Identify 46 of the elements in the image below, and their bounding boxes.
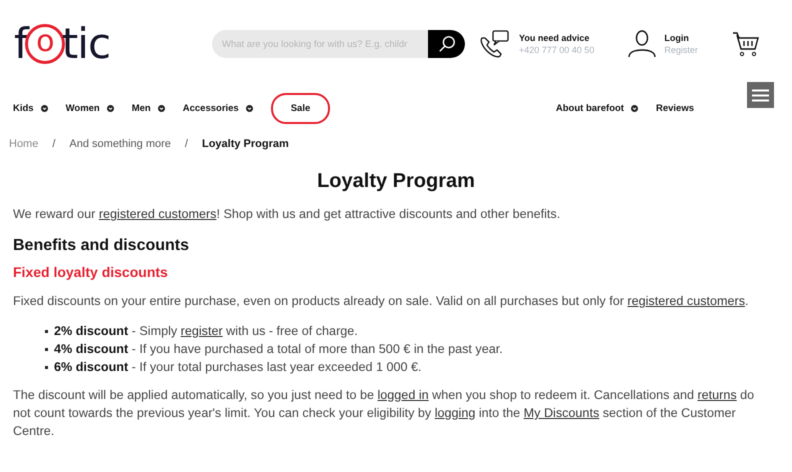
cart-icon[interactable]: [732, 31, 760, 57]
discount-item: 4% discount - If you have purchased a total of more than 500 € in the past year.: [54, 341, 503, 358]
nav-menu-item[interactable]: Women: [66, 102, 114, 114]
nav-menu-item[interactable]: Men: [132, 102, 165, 114]
login-link[interactable]: Login: [664, 33, 698, 43]
search-icon: [438, 35, 456, 53]
discount-item: 6% discount - If your total purchases last year exceeded 1 000 €.: [54, 359, 422, 376]
text-link[interactable]: My Discounts: [524, 406, 600, 420]
nav-menu-item[interactable]: Kids: [13, 102, 48, 114]
description-paragraph: Fixed discounts on your entire purchase, even on products already on sale. Valid on all purchases but only for registered customers.: [13, 293, 750, 310]
advice-label: You need advice: [519, 33, 590, 43]
phone-chat-icon: [479, 30, 511, 58]
subheading: Fixed loyalty discounts: [13, 264, 169, 280]
bullet-icon: [45, 330, 48, 333]
breadcrumb-separator: /: [184, 138, 188, 150]
caret-icon: [246, 104, 253, 112]
menu-button[interactable]: [747, 82, 774, 108]
caret-icon: [630, 104, 638, 112]
nav-menu-item[interactable]: Accessories: [182, 102, 253, 114]
nav-menu-item[interactable]: Reviews: [656, 102, 694, 114]
text-link[interactable]: registered customers: [627, 294, 746, 308]
note-paragraph: The discount will be applied automatically, so you just need to be logged in when you shop to redeem it. Cancellations and returns do not count towards the previous year's limit. You can check your eligibility by logging into the My Discounts section of the Customer Centre.: [13, 387, 756, 440]
section-heading: Benefits and discounts: [13, 237, 190, 255]
text-link[interactable]: registered customers: [98, 207, 216, 221]
menu-icon: [752, 88, 769, 102]
bullet-icon: [45, 348, 48, 351]
breadcrumb-item[interactable]: Loyalty Program: [202, 138, 289, 150]
phone-number: +420 777 00 40 50: [519, 45, 594, 55]
breadcrumb-item[interactable]: Home: [9, 138, 38, 150]
search-button[interactable]: [428, 30, 465, 58]
caret-icon: [158, 104, 165, 112]
text-link[interactable]: register: [180, 324, 223, 338]
text-link[interactable]: logged in: [378, 388, 429, 402]
nav-menu-item[interactable]: About barefoot: [556, 102, 638, 114]
sale-button[interactable]: Sale: [270, 92, 330, 124]
bullet-icon: [45, 366, 48, 369]
text-link[interactable]: returns: [697, 388, 737, 402]
breadcrumb-item[interactable]: And something more: [69, 138, 171, 150]
caret-icon: [40, 104, 48, 112]
caret-icon: [106, 104, 114, 112]
intro-paragraph: We reward our registered customers! Shop with us and get attractive discounts and other benefits.: [13, 206, 562, 223]
breadcrumb-separator: /: [52, 138, 56, 150]
text-link[interactable]: logging: [434, 406, 476, 420]
user-icon: [628, 30, 656, 58]
discount-item: 2% discount - Simply register with us - free of charge.: [54, 323, 358, 340]
page-title: Loyalty Program: [316, 170, 476, 193]
